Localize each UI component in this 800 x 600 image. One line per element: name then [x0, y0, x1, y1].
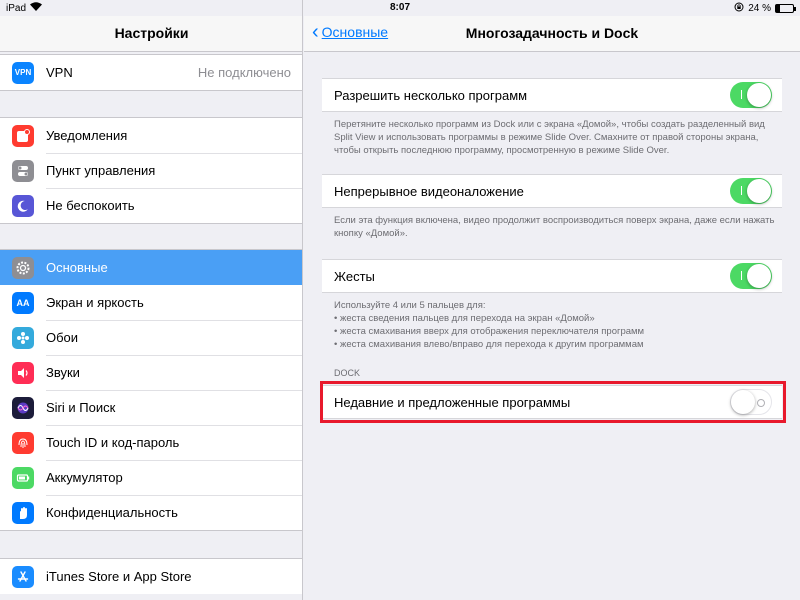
sidebar-group-notifications: Уведомления Пункт управления Не беспокои… [0, 117, 302, 224]
orientation-lock-icon [734, 2, 744, 15]
setting-footnote: Используйте 4 или 5 пальцев для: • жеста… [334, 300, 645, 350]
sidebar-item-label: Конфиденциальность [46, 505, 178, 520]
multiple-apps-toggle[interactable] [730, 82, 772, 108]
speaker-icon [12, 361, 34, 384]
sidebar-item-general[interactable]: Основные [0, 250, 302, 285]
gestures-toggle[interactable] [730, 263, 772, 289]
pip-toggle[interactable] [730, 178, 772, 204]
control-center-icon [12, 159, 34, 182]
sidebar-item-control-center[interactable]: Пункт управления [0, 153, 302, 188]
setting-footnote: Перетяните несколько программ из Dock ил… [334, 119, 765, 156]
sidebar-item-label: Экран и яркость [46, 295, 144, 310]
highlight-box [320, 381, 786, 423]
detail-header: ‹ Основные Многозадачность и Dock [304, 16, 800, 52]
siri-icon [12, 396, 34, 419]
sidebar-item-notifications[interactable]: Уведомления [0, 118, 302, 153]
sidebar-item-privacy[interactable]: Конфиденциальность [0, 495, 302, 530]
setting-row-gestures: Жесты [322, 259, 782, 293]
sidebar-item-label: Siri и Поиск [46, 400, 116, 415]
sidebar-item-label: Аккумулятор [46, 470, 123, 485]
sidebar-item-label: iTunes Store и App Store [46, 569, 192, 584]
setting-label: Разрешить несколько программ [334, 87, 528, 103]
sidebar-item-label: Основные [46, 260, 108, 275]
sidebar-header: Настройки [0, 16, 302, 52]
section-header-dock: DOCK [334, 368, 361, 378]
vpn-icon: VPN [12, 61, 34, 84]
battery-indicator [775, 4, 796, 13]
hand-icon [12, 501, 34, 524]
sidebar-item-label: Уведомления [46, 128, 128, 143]
battery-percent: 24 % [748, 3, 771, 14]
sidebar-item-label: VPN [46, 65, 73, 80]
sidebar-item-battery[interactable]: Аккумулятор [0, 460, 302, 495]
sidebar-group-general: Основные AA Экран и яркость Обои Звуки S… [0, 249, 302, 531]
status-bar: iPad 8:07 24 % [0, 0, 800, 16]
sidebar-item-sounds[interactable]: Звуки [0, 355, 302, 390]
sidebar-item-siri[interactable]: Siri и Поиск [0, 390, 302, 425]
page-title: Многозадачность и Dock [465, 25, 639, 41]
wallpaper-icon [12, 326, 34, 349]
notifications-icon [12, 124, 34, 147]
sidebar-item-label: Не беспокоить [46, 198, 135, 213]
fingerprint-icon [12, 431, 34, 454]
sidebar-item-vpn[interactable]: VPN VPN Не подключено [0, 55, 302, 90]
sidebar-item-label: Обои [46, 330, 79, 345]
battery-fill [776, 5, 781, 12]
setting-label: Непрерывное видеоналожение [334, 183, 524, 199]
status-right: 24 % [734, 2, 796, 15]
setting-row-pip: Непрерывное видеоналожение [322, 174, 782, 208]
sidebar-item-label: Пункт управления [46, 163, 156, 178]
toggle-knob [747, 83, 771, 107]
status-time: 8:07 [389, 2, 410, 13]
moon-icon [12, 194, 34, 217]
sidebar-item-label: Звуки [46, 365, 80, 380]
sidebar-item-do-not-disturb[interactable]: Не беспокоить [0, 188, 302, 223]
sidebar-item-display[interactable]: AA Экран и яркость [0, 285, 302, 320]
sidebar-item-touch-id[interactable]: Touch ID и код-пароль [0, 425, 302, 460]
setting-label: Жесты [334, 268, 375, 284]
setting-row-multiple-apps: Разрешить несколько программ [322, 78, 782, 112]
toggle-knob [747, 264, 771, 288]
detail-pane: ‹ Основные Многозадачность и Dock Разреш… [304, 0, 800, 600]
appstore-icon [12, 565, 34, 588]
gear-icon [12, 256, 34, 279]
sidebar-title: Настройки [114, 25, 189, 41]
sidebar-group-store: iTunes Store и App Store [0, 558, 302, 594]
display-icon: AA [12, 291, 34, 314]
battery-icon [12, 466, 34, 489]
setting-footnote: Если эта функция включена, видео продолж… [334, 215, 775, 239]
vpn-status: Не подключено [197, 65, 291, 80]
sidebar-group-vpn: VPN VPN Не подключено [0, 54, 302, 91]
settings-sidebar: Настройки VPN VPN Не подключено Уведомле… [0, 0, 303, 600]
toggle-knob [747, 179, 771, 203]
sidebar-item-app-store[interactable]: iTunes Store и App Store [0, 559, 302, 594]
sidebar-item-wallpaper[interactable]: Обои [0, 320, 302, 355]
sidebar-item-label: Touch ID и код-пароль [46, 435, 180, 450]
